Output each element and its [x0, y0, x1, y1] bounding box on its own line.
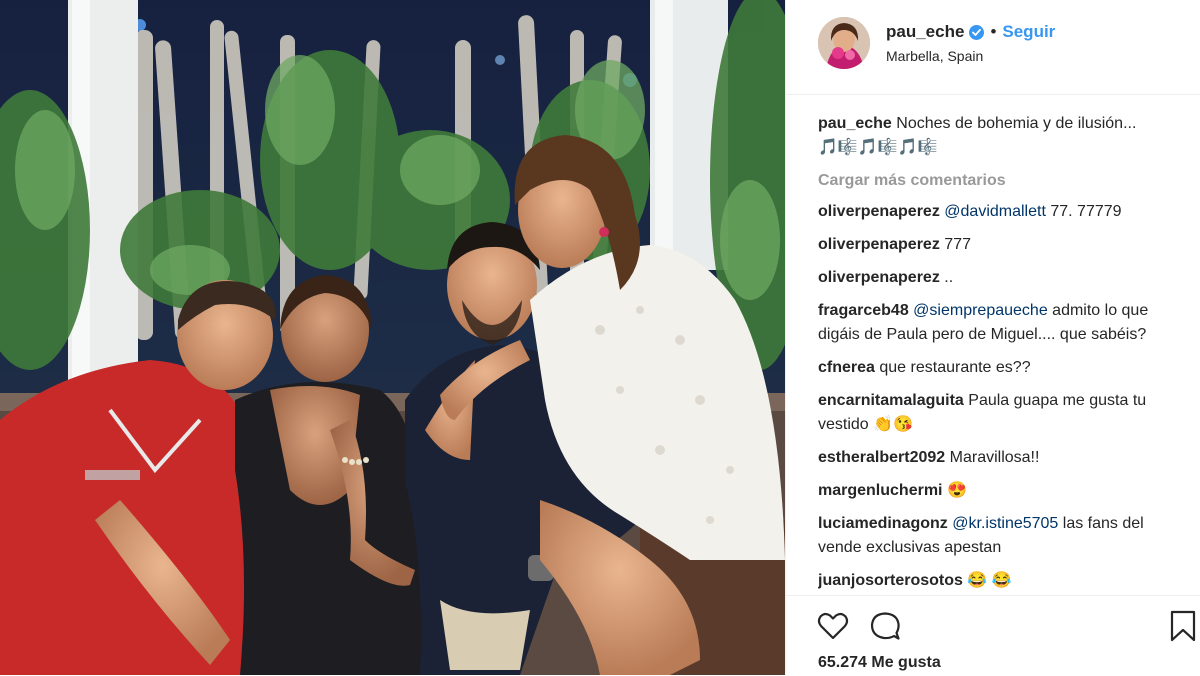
separator-dot: • [990, 22, 997, 41]
comment-username[interactable]: fragarceb48 [818, 302, 909, 319]
comment-bubble-icon[interactable] [868, 609, 902, 643]
comment-item: oliverpenaperez @davidmallett 77. 77779 [818, 200, 1173, 224]
heart-icon[interactable] [816, 609, 850, 643]
comment-text: 😍 [946, 482, 967, 499]
post-photo[interactable] [0, 0, 785, 675]
comment-username[interactable]: cfnerea [818, 359, 875, 376]
comment-text: 77. 77779 [1045, 203, 1122, 220]
avatar[interactable] [818, 17, 870, 69]
comment-username[interactable]: oliverpenaperez [818, 236, 940, 253]
post-actions: 65.274 Me gusta [786, 595, 1200, 676]
comment-text: 😂 😂 [967, 572, 1012, 589]
comment-username[interactable]: oliverpenaperez [818, 203, 940, 220]
comments-list[interactable]: pau_eche Noches de bohemia y de ilusión.… [818, 112, 1173, 596]
comment-item: encarnitamalaguita Paula guapa me gusta … [818, 389, 1173, 437]
comment-item: fragarceb48 @siemprepaueche admito lo qu… [818, 299, 1173, 347]
photo-illustration [0, 0, 785, 675]
caption: pau_eche Noches de bohemia y de ilusión.… [818, 112, 1173, 160]
comment-item: cfnerea que restaurante es?? [818, 356, 1173, 380]
comment-mention[interactable]: @davidmallett [944, 203, 1046, 220]
comment-item: estheralbert2092 Maravillosa!! [818, 446, 1173, 470]
comment-item: luciamedinagonz @kr.istine5705 las fans … [818, 512, 1173, 560]
comment-text: Maravillosa!! [949, 449, 1040, 466]
comment-mention[interactable]: @siemprepaueche [913, 302, 1048, 319]
post-sidebar: pau_eche • Seguir Marbella, Spain pau_ec… [785, 0, 1200, 675]
comment-text: .. [944, 269, 954, 286]
username-link[interactable]: pau_eche [886, 22, 964, 42]
comment-text: 777 [944, 236, 971, 253]
verified-badge-icon [969, 24, 985, 40]
likes-count[interactable]: 65.274 Me gusta [818, 654, 941, 672]
avatar-image [818, 17, 870, 69]
comment-username[interactable]: encarnitamalaguita [818, 392, 964, 409]
comment-item: juanjosorterosotos 😂 😂 [818, 569, 1173, 593]
follow-button[interactable]: Seguir [1002, 22, 1055, 42]
location-link[interactable]: Marbella, Spain [886, 48, 983, 64]
post-header: pau_eche • Seguir Marbella, Spain [786, 0, 1200, 95]
comment-mention[interactable]: @kr.istine5705 [952, 515, 1058, 532]
comment-item: oliverpenaperez .. [818, 266, 1173, 290]
comment-username[interactable]: oliverpenaperez [818, 269, 940, 286]
user-line: pau_eche • Seguir [886, 22, 1055, 42]
comment-item: oliverpenaperez 777 [818, 233, 1173, 257]
comment-text: que restaurante es?? [879, 359, 1031, 376]
bookmark-icon[interactable] [1166, 609, 1200, 643]
comment-item: margenluchermi 😍 [818, 479, 1173, 503]
comment-username[interactable]: estheralbert2092 [818, 449, 945, 466]
comment-username[interactable]: luciamedinagonz [818, 515, 948, 532]
comment-username[interactable]: juanjosorterosotos [818, 572, 963, 589]
caption-username[interactable]: pau_eche [818, 115, 892, 132]
load-more-comments-button[interactable]: Cargar más comentarios [818, 169, 1173, 193]
comment-username[interactable]: margenluchermi [818, 482, 942, 499]
